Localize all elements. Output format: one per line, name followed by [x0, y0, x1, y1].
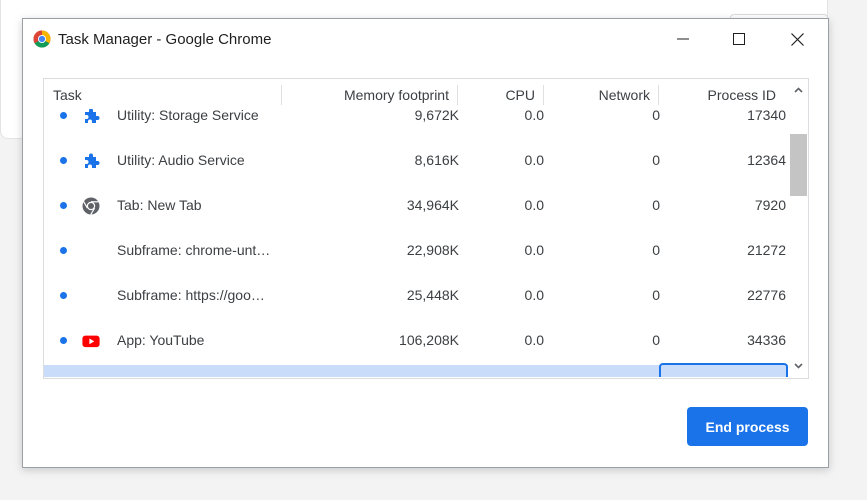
status-dot: [60, 292, 67, 299]
table-row[interactable]: Subframe: chrome-unt… 22,908K 0.0 0 2127…: [44, 228, 788, 273]
scroll-up-arrow-icon[interactable]: [793, 85, 804, 96]
title-bar: Task Manager - Google Chrome: [23, 19, 828, 59]
status-dot: [60, 337, 67, 344]
end-process-button[interactable]: End process: [687, 407, 808, 446]
column-header-process-id[interactable]: Process ID: [674, 87, 776, 103]
cpu-value: 0.0: [524, 109, 544, 123]
cpu-value: 0.0: [524, 332, 544, 348]
table-row[interactable]: Utility: Storage Service 9,672K 0.0 0 17…: [44, 109, 788, 138]
memory-value: 22,908K: [406, 242, 459, 258]
scrollbar-thumb[interactable]: [790, 134, 807, 196]
network-value: 0: [652, 332, 660, 348]
task-name: Utility: Audio Service: [117, 152, 245, 168]
window-title: Task Manager - Google Chrome: [58, 31, 272, 48]
chrome-logo-icon: [33, 30, 51, 48]
network-value: 0: [652, 197, 660, 213]
cpu-value: 0.0: [524, 242, 544, 258]
task-name: App: YouTube: [117, 332, 205, 348]
column-header-cpu[interactable]: CPU: [474, 87, 535, 103]
network-value: 0: [652, 287, 660, 303]
cpu-value: 0.0: [524, 197, 544, 213]
puzzle-icon: [85, 109, 100, 123]
table-row[interactable]: App: YouTube 106,208K 0.0 0 34336: [44, 318, 788, 363]
task-name: Subframe: https://goo…: [117, 287, 265, 303]
memory-value: 25,448K: [406, 287, 459, 303]
process-id-value: 22776: [747, 287, 786, 303]
task-name: Subframe: chrome-unt…: [117, 242, 271, 258]
maximize-icon: [733, 33, 745, 45]
vertical-scrollbar[interactable]: [789, 79, 808, 378]
task-manager-window: Task Manager - Google Chrome Task Memory…: [22, 18, 829, 468]
status-dot: [60, 112, 67, 119]
process-id-value: 17340: [747, 109, 786, 123]
status-dot: [60, 202, 67, 209]
minimize-button[interactable]: [660, 19, 706, 59]
column-divider: [457, 85, 458, 105]
memory-value: 8,616K: [414, 152, 459, 168]
column-header-memory[interactable]: Memory footprint: [304, 87, 449, 103]
memory-value: 34,964K: [406, 197, 459, 213]
youtube-icon: [82, 335, 100, 348]
table-header: Task Memory footprint CPU Network Proces…: [44, 79, 788, 109]
process-id-value: 21272: [747, 242, 786, 258]
puzzle-icon: [85, 153, 100, 168]
close-icon: [790, 32, 804, 46]
column-divider: [658, 85, 659, 105]
close-button[interactable]: [774, 19, 820, 59]
table-row[interactable]: Tab: New Tab 34,964K 0.0 0 7920: [44, 183, 788, 228]
focused-cell[interactable]: [659, 363, 788, 377]
memory-value: 106,208K: [399, 332, 459, 348]
table-body: Utility: Storage Service 9,672K 0.0 0 17…: [44, 109, 788, 377]
minimize-icon: [677, 38, 689, 40]
process-id-value: 12364: [747, 152, 786, 168]
chrome-icon: [82, 197, 100, 215]
table-row[interactable]: Subframe: https://goo… 25,448K 0.0 0 227…: [44, 273, 788, 318]
status-dot: [60, 157, 67, 164]
process-id-value: 34336: [747, 332, 786, 348]
scroll-down-arrow-icon[interactable]: [793, 360, 804, 371]
cpu-value: 0.0: [524, 152, 544, 168]
process-table: Task Memory footprint CPU Network Proces…: [43, 78, 809, 379]
cpu-value: 0.0: [524, 287, 544, 303]
column-header-task[interactable]: Task: [53, 87, 82, 103]
table-row[interactable]: Utility: Audio Service 8,616K 0.0 0 1236…: [44, 138, 788, 183]
task-name: Utility: Storage Service: [117, 109, 259, 123]
network-value: 0: [652, 242, 660, 258]
network-value: 0: [652, 152, 660, 168]
column-divider: [543, 85, 544, 105]
maximize-button[interactable]: [716, 19, 762, 59]
memory-value: 9,672K: [414, 109, 459, 123]
column-divider: [281, 85, 282, 105]
task-name: Tab: New Tab: [117, 197, 202, 213]
column-header-network[interactable]: Network: [564, 87, 650, 103]
status-dot: [60, 247, 67, 254]
process-id-value: 7920: [754, 197, 786, 213]
network-value: 0: [652, 109, 660, 123]
